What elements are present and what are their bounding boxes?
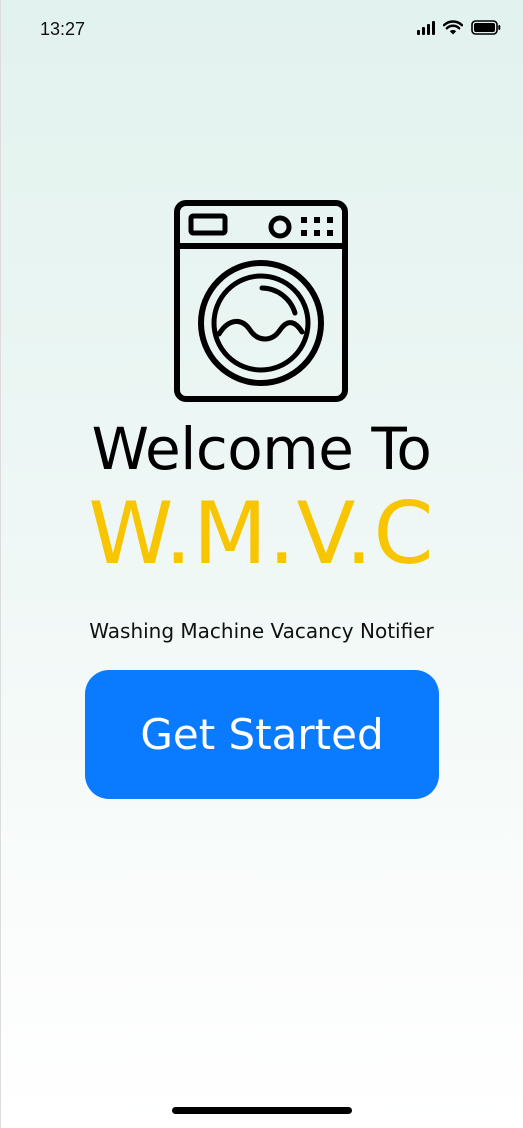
app-subtitle: Washing Machine Vacancy Notifier [89,619,434,643]
brand-title: W.M.V.C [88,484,435,584]
status-icons [417,20,501,35]
cellular-signal-icon [417,20,435,35]
wifi-icon [443,20,463,35]
welcome-heading: Welcome To [91,415,432,483]
status-bar: 13:27 [0,0,523,60]
home-indicator[interactable] [172,1107,352,1114]
status-time: 13:27 [40,19,86,39]
washing-machine-icon [174,200,348,402]
get-started-button[interactable]: Get Started [85,670,439,799]
battery-icon [471,20,501,35]
